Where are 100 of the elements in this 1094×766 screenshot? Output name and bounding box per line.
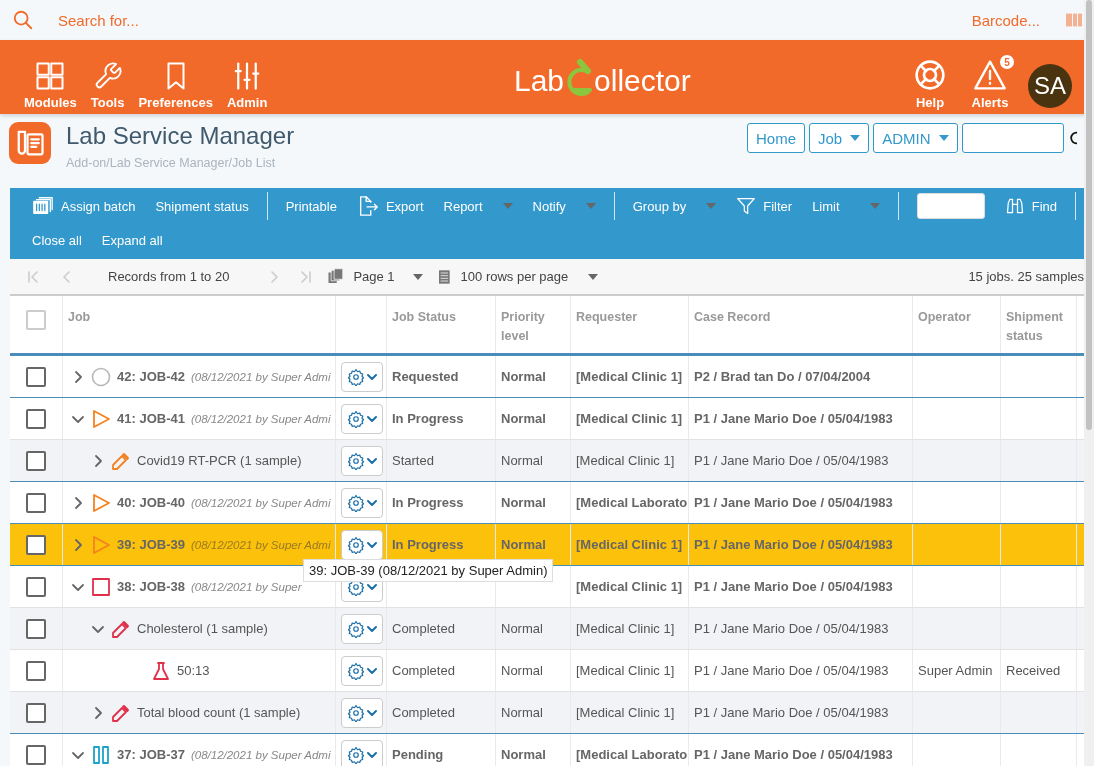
column-header[interactable]: Requester <box>576 308 638 327</box>
logo-text: Lab <box>514 66 565 96</box>
shipment-status: Received <box>1006 663 1061 678</box>
export-button[interactable]: Export <box>346 195 434 217</box>
nav-item[interactable]: Preferences <box>138 61 213 110</box>
requester: [Medical Clinic 1] <box>576 537 683 552</box>
priority-level: Normal <box>501 621 543 636</box>
job-name[interactable]: 37: JOB-37 <box>117 747 185 762</box>
home-button[interactable]: Home <box>747 123 805 153</box>
expand-all-button[interactable]: Expand all <box>91 233 173 248</box>
column-header[interactable]: Job Status <box>392 308 456 327</box>
job-status: Requested <box>392 369 459 384</box>
item-name[interactable]: Cholesterol (1 sample) <box>137 621 268 636</box>
job-name[interactable]: 38: JOB-38 <box>117 579 185 594</box>
job-status: In Progress <box>392 495 464 510</box>
priority-level: Normal <box>501 537 546 552</box>
table-row[interactable]: 37: JOB-37 (08/12/2021 by Super Admi Pending Normal [Medical Laborato P1 / Jane Mario Doe / 05/04/1983 <box>10 733 1084 766</box>
column-header[interactable]: Operator <box>918 308 971 327</box>
priority-level: Normal <box>501 453 543 468</box>
table-row[interactable]: Covid19 RT-PCR (1 sample) Started Normal [Medical Clinic 1] P1 / Jane Mario Doe / 05/04/1983 <box>10 439 1084 481</box>
dropdown-button[interactable]: ADMIN <box>873 123 958 153</box>
job-status: Started <box>392 453 434 468</box>
requester: [Medical Clinic 1] <box>576 705 675 720</box>
jobs-summary: 15 jobs. 25 samples <box>968 269 1084 284</box>
job-meta: (08/12/2021 by Super Admi <box>190 412 331 425</box>
table-row[interactable]: Total blood count (1 sample) Completed Normal [Medical Clinic 1] P1 / Jane Mario Doe / 05/04/1983 <box>10 691 1084 733</box>
page-title: Lab Service Manager <box>66 122 295 150</box>
requester: [Medical Clinic 1] <box>576 663 675 678</box>
requester: [Medical Clinic 1] <box>576 621 675 636</box>
priority-level: Normal <box>501 495 546 510</box>
nav-item[interactable]: Admin <box>226 61 268 110</box>
case-record: P1 / Jane Mario Doe / 05/04/1983 <box>694 747 893 762</box>
job-meta: (08/12/2021 by Super Admi <box>190 538 331 551</box>
item-name[interactable]: Covid19 RT-PCR (1 sample) <box>137 453 302 468</box>
job-name[interactable]: 41: JOB-41 <box>117 411 185 426</box>
job-name[interactable]: 39: JOB-39 <box>117 537 185 552</box>
user-avatar[interactable]: SA <box>1028 64 1072 108</box>
column-header[interactable]: Case Record <box>694 308 771 327</box>
filter-button[interactable]: Filter <box>726 196 803 216</box>
job-status: In Progress <box>392 411 464 426</box>
notify-dropdown[interactable]: Notify <box>522 198 606 214</box>
logo-text: ollector <box>594 66 691 96</box>
report-dropdown[interactable]: Report <box>433 198 523 214</box>
job-meta: (08/12/2021 by Super Admi <box>190 496 331 509</box>
barcode-field[interactable]: Barcode... <box>971 11 1040 29</box>
job-status: Pending <box>392 747 444 762</box>
alert-count-badge: 5 <box>1000 55 1014 69</box>
job-status: Completed <box>392 705 455 720</box>
column-header[interactable]: Priority level <box>501 308 570 346</box>
rows-per-page-dropdown[interactable]: 100 rows per page <box>460 269 599 284</box>
priority-level: Normal <box>501 705 543 720</box>
column-header[interactable]: Job <box>68 308 91 327</box>
requester: [Medical Clinic 1] <box>576 579 683 594</box>
case-record: P2 / Brad tan Do / 07/04/2004 <box>694 369 871 384</box>
limit-dropdown[interactable]: Limit <box>802 198 890 214</box>
priority-level: Normal <box>501 369 546 384</box>
printable-button[interactable]: Printable <box>275 198 347 214</box>
table-row[interactable]: 42: JOB-42 (08/12/2021 by Super Admi Requested Normal [Medical Clinic 1] P2 / Brad tan Do / 07/04/2004 <box>10 355 1084 397</box>
case-record: P1 / Jane Mario Doe / 05/04/1983 <box>694 537 893 552</box>
table-row[interactable]: Cholesterol (1 sample) Completed Normal [Medical Clinic 1] P1 / Jane Mario Doe / 05/04/1983 <box>10 607 1084 649</box>
job-status: Completed <box>392 621 455 636</box>
nav-item[interactable]: Modules <box>24 61 77 110</box>
priority-level: Normal <box>501 747 546 762</box>
nav-item[interactable]: Tools <box>90 61 125 110</box>
item-name[interactable]: Total blood count (1 sample) <box>137 705 301 720</box>
job-status: In Progress <box>392 537 464 552</box>
job-name[interactable]: 42: JOB-42 <box>117 369 185 384</box>
close-all-button[interactable]: Close all <box>22 233 92 248</box>
requester: [Medical Clinic 1] <box>576 453 675 468</box>
item-name[interactable]: 50:13 <box>177 663 210 678</box>
job-meta: (08/12/2021 by Super <box>190 580 302 593</box>
assign-batch-button[interactable]: Assign batch <box>22 195 146 217</box>
case-record: P1 / Jane Mario Doe / 05/04/1983 <box>694 705 889 720</box>
case-record: P1 / Jane Mario Doe / 05/04/1983 <box>694 453 889 468</box>
page-dropdown[interactable]: Page 1 <box>353 269 423 284</box>
group-by-dropdown[interactable]: Group by <box>622 198 727 214</box>
case-record: P1 / Jane Mario Doe / 05/04/1983 <box>694 621 889 636</box>
case-record: P1 / Jane Mario Doe / 05/04/1983 <box>694 663 889 678</box>
tooltip: 39: JOB-39 (08/12/2021 by Super Admin) <box>303 559 554 582</box>
table-row[interactable]: 39: JOB-39 (08/12/2021 by Super Admi In Progress Normal [Medical Clinic 1] P1 / Jane Mario Doe / 05/04/1983 <box>10 523 1084 565</box>
case-record: P1 / Jane Mario Doe / 05/04/1983 <box>694 495 893 510</box>
case-record: P1 / Jane Mario Doe / 05/04/1983 <box>694 579 893 594</box>
search-field[interactable]: Search for... <box>58 11 972 29</box>
job-meta: (08/12/2021 by Super Admi <box>190 370 331 383</box>
job-name[interactable]: 40: JOB-40 <box>117 495 185 510</box>
column-header[interactable]: Shipment status <box>1006 308 1076 346</box>
help-button[interactable]: Help <box>908 55 952 110</box>
find-button[interactable]: Find <box>994 196 1067 216</box>
job-status: Completed <box>392 663 455 678</box>
records-range: Records from 1 to 20 <box>108 269 230 284</box>
requester: [Medical Laborato <box>576 747 688 762</box>
alerts-button[interactable]: 5 Alerts <box>966 55 1014 110</box>
job-meta: (08/12/2021 by Super Admi <box>190 748 331 761</box>
breadcrumb: Add-on/Lab Service Manager/Job List <box>66 156 277 170</box>
shipment-status-button[interactable]: Shipment status <box>145 198 259 214</box>
requester: [Medical Laborato <box>576 495 688 510</box>
operator: Super Admin <box>918 663 993 678</box>
requester: [Medical Clinic 1] <box>576 369 683 384</box>
priority-level: Normal <box>501 663 543 678</box>
dropdown-button[interactable]: Job <box>809 123 870 153</box>
